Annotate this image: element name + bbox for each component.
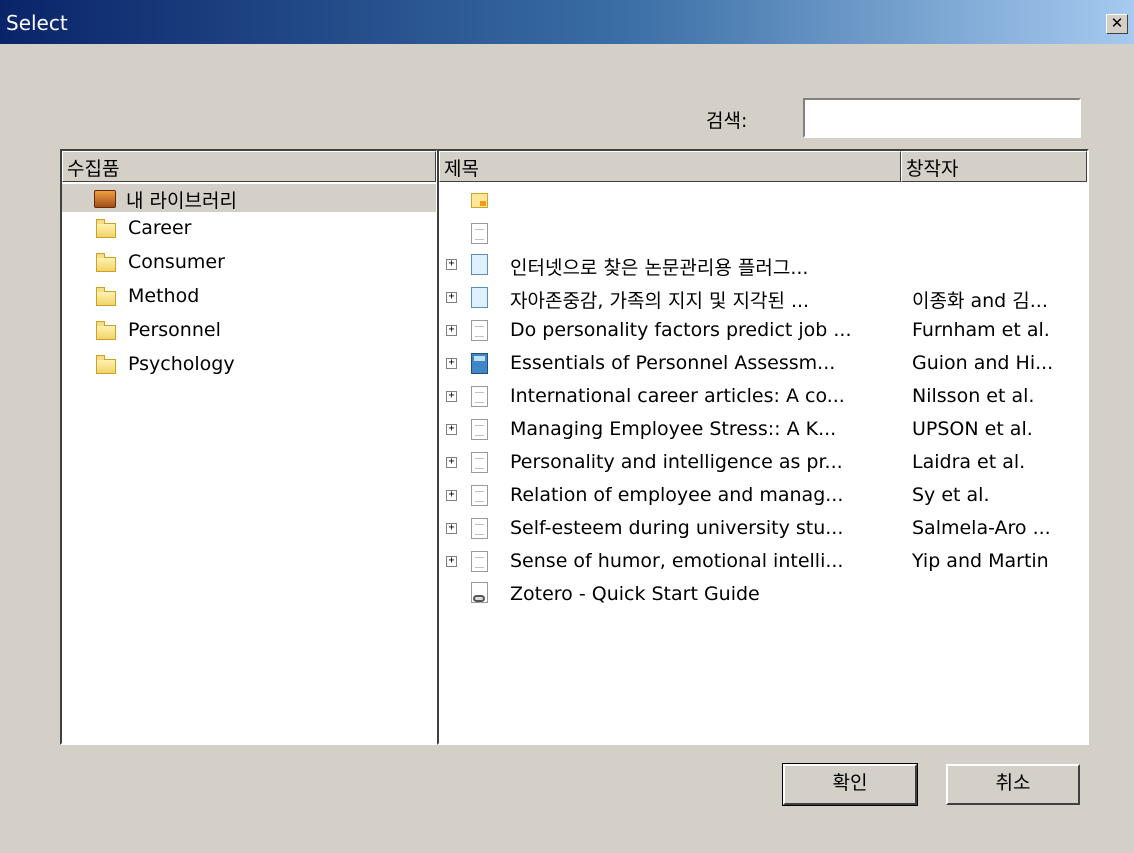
item-creator: Sy et al. (912, 484, 990, 506)
document-icon (471, 320, 488, 341)
close-button[interactable]: ✕ (1106, 14, 1128, 34)
item-title: Essentials of Personnel Assessm... (510, 352, 836, 374)
creator-column-header[interactable]: 창작자 (901, 151, 1087, 182)
item-title: Sense of humor, emotional intelli... (510, 550, 844, 572)
collection-label: 내 라이브러리 (126, 190, 237, 212)
expand-icon[interactable]: + (446, 358, 457, 369)
item-title: Self-esteem during university stu... (510, 517, 844, 539)
window-title: Select (6, 11, 68, 35)
expand-icon[interactable]: + (446, 292, 457, 303)
item-row[interactable]: + Self-esteem during university stu... S… (439, 512, 1087, 544)
ok-button[interactable]: 확인 (782, 763, 918, 806)
web-page-icon (471, 254, 488, 275)
item-title: 인터넷으로 찾은 논문관리용 플러그... (510, 257, 809, 279)
link-icon (471, 582, 488, 603)
item-creator: 이종화 and 김... (912, 290, 1048, 312)
item-title: Do personality factors predict job ... (510, 319, 852, 341)
folder-icon (96, 287, 116, 306)
item-row[interactable]: + Do personality factors predict job ...… (439, 314, 1087, 346)
title-column-header[interactable]: 제목 (439, 151, 901, 182)
document-icon (471, 386, 488, 407)
collection-label: Consumer (128, 251, 225, 273)
item-creator: Salmela-Aro ... (912, 517, 1051, 539)
expand-icon[interactable]: + (446, 391, 457, 402)
item-title: International career articles: A co... (510, 385, 845, 407)
collection-career[interactable]: Career (62, 215, 436, 243)
folder-icon (96, 219, 116, 238)
collection-my-library[interactable]: 내 라이브러리 (62, 184, 436, 212)
collection-method[interactable]: Method (62, 283, 436, 311)
item-creator: Furnham et al. (912, 319, 1050, 341)
collection-label: Psychology (128, 353, 235, 375)
item-creator: Guion and Hi... (912, 352, 1054, 374)
expand-icon[interactable]: + (446, 424, 457, 435)
collection-consumer[interactable]: Consumer (62, 249, 436, 277)
item-title: 자아존중감, 가족의 지지 및 지각된 ... (510, 290, 810, 312)
expand-icon[interactable]: + (446, 325, 457, 336)
item-row[interactable]: + 자아존중감, 가족의 지지 및 지각된 ... 이종화 and 김... (439, 281, 1087, 313)
title-bar: Select ✕ (0, 0, 1134, 44)
web-page-icon (471, 287, 488, 308)
expand-icon[interactable]: + (446, 259, 457, 270)
folder-icon (96, 321, 116, 340)
expand-icon[interactable]: + (446, 490, 457, 501)
collection-personnel[interactable]: Personnel (62, 317, 436, 345)
item-row[interactable] (439, 217, 1087, 249)
collections-pane: 수집품 내 라이브러리 Career Consumer Method Perso… (60, 149, 438, 745)
item-creator: Yip and Martin (912, 550, 1049, 572)
item-row[interactable]: + 인터넷으로 찾은 논문관리용 플러그... (439, 248, 1087, 280)
expand-icon[interactable]: + (446, 556, 457, 567)
item-row[interactable]: + Relation of employee and manag... Sy e… (439, 479, 1087, 511)
document-icon (471, 485, 488, 506)
collection-label: Personnel (128, 319, 221, 341)
item-creator: UPSON et al. (912, 418, 1033, 440)
collection-label: Method (128, 285, 200, 307)
item-row[interactable]: Zotero - Quick Start Guide (439, 578, 1087, 610)
note-icon (471, 193, 488, 208)
item-creator: Nilsson et al. (912, 385, 1035, 407)
item-title: Personality and intelligence as pr... (510, 451, 843, 473)
item-creator: Laidra et al. (912, 451, 1026, 473)
expand-icon[interactable]: + (446, 523, 457, 534)
collection-label: Career (128, 217, 192, 239)
item-row[interactable]: + International career articles: A co...… (439, 380, 1087, 412)
expand-icon[interactable]: + (446, 457, 457, 468)
item-row[interactable]: + Managing Employee Stress:: A K... UPSO… (439, 413, 1087, 445)
search-input[interactable] (803, 98, 1081, 138)
book-icon (471, 353, 488, 374)
items-pane: 제목 창작자 + 인터넷으로 찾은 논문관리용 플러그... + 자아존중감, … (437, 149, 1089, 745)
item-row[interactable]: + Sense of humor, emotional intelli... Y… (439, 545, 1087, 577)
document-icon (471, 223, 488, 244)
collection-psychology[interactable]: Psychology (62, 351, 436, 379)
cancel-button[interactable]: 취소 (946, 764, 1080, 805)
document-icon (471, 452, 488, 473)
search-label: 검색: (706, 110, 748, 132)
item-title: Zotero - Quick Start Guide (510, 583, 760, 605)
collections-header[interactable]: 수집품 (62, 151, 436, 182)
library-icon (94, 190, 116, 208)
item-row[interactable] (439, 185, 1087, 217)
item-title: Relation of employee and manag... (510, 484, 844, 506)
folder-icon (96, 355, 116, 374)
item-row[interactable]: + Personality and intelligence as pr... … (439, 446, 1087, 478)
item-row[interactable]: + Essentials of Personnel Assessm... Gui… (439, 347, 1087, 379)
item-title: Managing Employee Stress:: A K... (510, 418, 837, 440)
document-icon (471, 518, 488, 539)
document-icon (471, 419, 488, 440)
folder-icon (96, 253, 116, 272)
document-icon (471, 551, 488, 572)
